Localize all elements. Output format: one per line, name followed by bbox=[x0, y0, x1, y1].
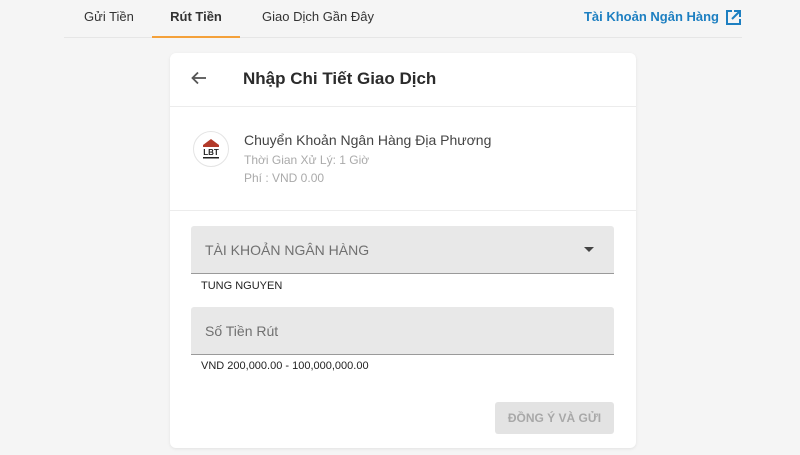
page-title: Nhập Chi Tiết Giao Dịch bbox=[243, 69, 437, 88]
amount-range-hint: VND 200,000.00 - 100,000,000.00 bbox=[201, 360, 369, 372]
card-header: Nhập Chi Tiết Giao Dịch bbox=[170, 53, 636, 107]
bank-account-select-label: TÀI KHOẢN NGÂN HÀNG bbox=[205, 242, 370, 258]
submit-button[interactable]: ĐỒNG Ý VÀ GỬI bbox=[495, 402, 614, 434]
method-fee: Phí : VND 0.00 bbox=[244, 171, 325, 185]
tab-deposit[interactable]: Gửi Tiền bbox=[84, 0, 134, 38]
bank-logo-text: LBT bbox=[203, 148, 219, 157]
payment-method: LBT Chuyển Khoản Ngân Hàng Địa Phương Th… bbox=[170, 107, 636, 211]
back-arrow-icon[interactable] bbox=[190, 69, 208, 87]
method-name: Chuyển Khoản Ngân Hàng Địa Phương bbox=[244, 132, 492, 148]
bank-account-link[interactable]: Tài Khoản Ngân Hàng bbox=[584, 0, 742, 34]
tab-withdraw[interactable]: Rút Tiền bbox=[152, 0, 240, 38]
processing-time: Thời Gian Xử Lý: 1 Giờ bbox=[244, 153, 370, 167]
withdraw-amount-placeholder: Số Tiền Rút bbox=[205, 323, 279, 339]
bank-account-select[interactable]: TÀI KHOẢN NGÂN HÀNG bbox=[191, 226, 614, 274]
top-navigation: Gửi Tiền Rút Tiền Giao Dịch Gần Đây Tài … bbox=[64, 0, 742, 38]
bank-account-link-label: Tài Khoản Ngân Hàng bbox=[583, 9, 719, 24]
tab-recent-transactions[interactable]: Giao Dịch Gần Đây bbox=[262, 0, 374, 38]
bank-logo-icon: LBT bbox=[193, 131, 229, 167]
external-link-icon bbox=[726, 9, 741, 25]
withdraw-amount-input[interactable]: Số Tiền Rút bbox=[191, 307, 614, 355]
transaction-card: Nhập Chi Tiết Giao Dịch LBT Chuyển Khoản… bbox=[170, 53, 636, 448]
caret-down-icon bbox=[584, 247, 594, 252]
bank-account-holder: TUNG NGUYEN bbox=[201, 280, 283, 292]
